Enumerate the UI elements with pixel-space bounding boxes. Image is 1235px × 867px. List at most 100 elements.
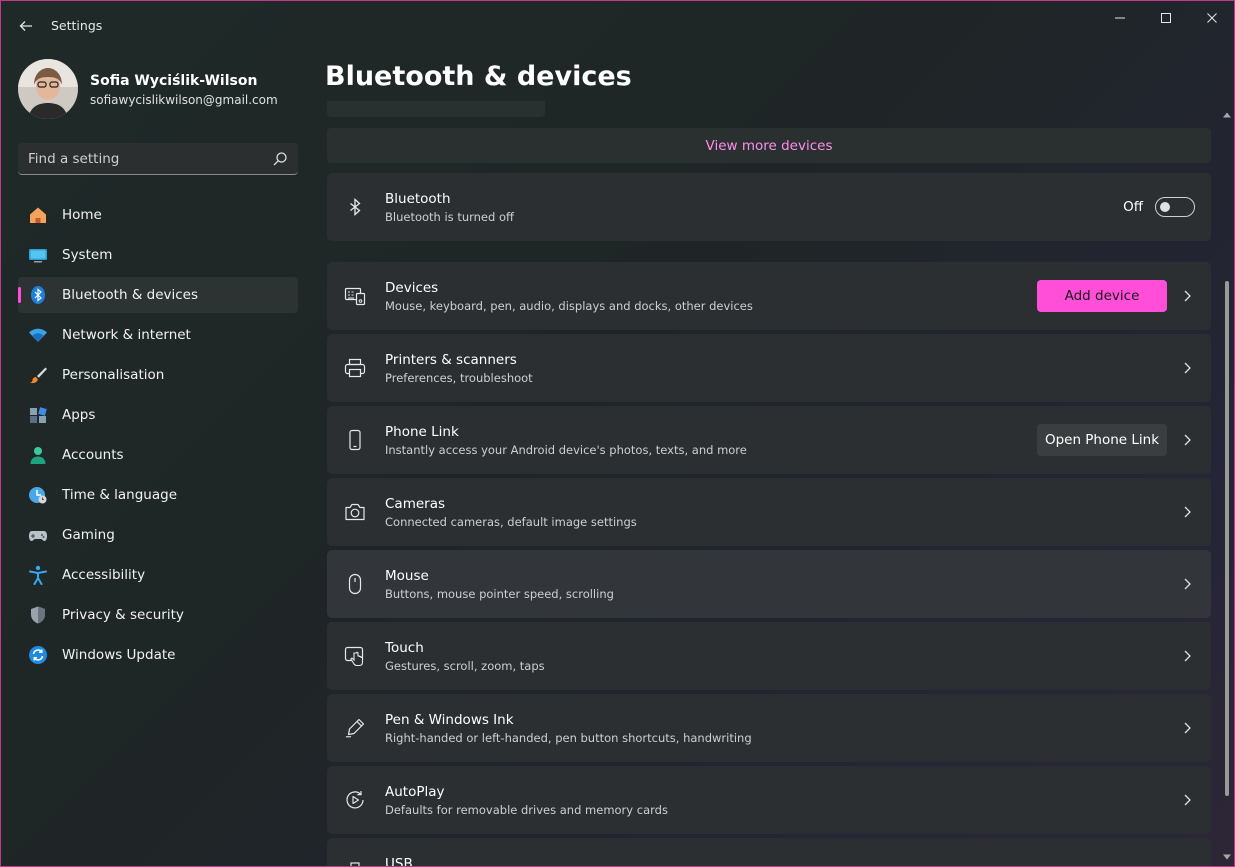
title-bar: Settings	[1, 1, 1234, 49]
sidebar-item-system[interactable]: System	[18, 237, 298, 273]
main-scrollbar[interactable]	[1222, 111, 1232, 866]
accessibility-icon	[28, 565, 48, 585]
apps-icon	[28, 405, 48, 425]
chevron-right-icon	[1184, 362, 1191, 374]
sidebar-item-bluetooth-devices[interactable]: Bluetooth & devices	[18, 277, 298, 313]
back-button[interactable]	[13, 13, 39, 39]
cameras-subtitle: Connected cameras, default image setting…	[385, 515, 637, 529]
maximize-icon	[1161, 13, 1171, 23]
accounts-icon	[28, 445, 48, 465]
sidebar-item-accessibility[interactable]: Accessibility	[18, 557, 298, 593]
usb-card[interactable]: USB	[327, 838, 1211, 866]
chevron-right-icon	[1184, 506, 1191, 518]
open-phone-link-button[interactable]: Open Phone Link	[1037, 424, 1167, 456]
sidebar-item-network[interactable]: Network & internet	[18, 317, 298, 353]
minimize-button[interactable]	[1097, 1, 1143, 35]
back-arrow-icon	[19, 21, 32, 31]
bluetooth-toggle[interactable]	[1155, 197, 1195, 217]
sidebar-item-label: Apps	[62, 407, 96, 423]
sidebar-item-gaming[interactable]: Gaming	[18, 517, 298, 553]
pen-subtitle: Right-handed or left-handed, pen button …	[385, 731, 752, 745]
devices-card[interactable]: Devices Mouse, keyboard, pen, audio, dis…	[327, 262, 1211, 330]
sidebar-item-personalisation[interactable]: Personalisation	[18, 357, 298, 393]
devices-title: Devices	[385, 280, 439, 296]
bluetooth-toggle-state: Off	[1123, 199, 1143, 215]
autoplay-subtitle: Defaults for removable drives and memory…	[385, 803, 668, 817]
scroll-thumb[interactable]	[1225, 281, 1229, 796]
chevron-right-icon	[1184, 434, 1191, 446]
minimize-icon	[1115, 17, 1125, 19]
chevron-right-icon	[1184, 290, 1191, 302]
user-name: Sofia Wyciślik-Wilson	[90, 73, 258, 89]
shield-icon	[28, 605, 48, 625]
autoplay-card[interactable]: AutoPlay Defaults for removable drives a…	[327, 766, 1211, 834]
sidebar-item-apps[interactable]: Apps	[18, 397, 298, 433]
system-icon	[28, 245, 48, 265]
bluetooth-icon	[28, 285, 48, 305]
autoplay-title: AutoPlay	[385, 784, 445, 800]
view-more-devices-button[interactable]: View more devices	[327, 128, 1211, 163]
printers-subtitle: Preferences, troubleshoot	[385, 371, 533, 385]
sidebar-item-label: Accessibility	[62, 567, 146, 583]
touch-icon	[343, 644, 367, 668]
page-title: Bluetooth & devices	[325, 61, 632, 92]
avatar[interactable]	[18, 59, 78, 119]
chevron-right-icon	[1184, 578, 1191, 590]
sidebar-item-home[interactable]: Home	[18, 197, 298, 233]
bluetooth-subtitle: Bluetooth is turned off	[385, 210, 514, 224]
avatar-image-icon	[18, 59, 78, 119]
search-icon[interactable]	[272, 151, 288, 167]
camera-icon	[343, 500, 367, 524]
bluetooth-card: Bluetooth Bluetooth is turned off Off	[327, 173, 1211, 241]
printers-title: Printers & scanners	[385, 352, 517, 368]
app-title: Settings	[51, 18, 103, 33]
wifi-icon	[28, 325, 48, 345]
scroll-down-icon[interactable]	[1223, 853, 1231, 861]
add-device-button[interactable]: Add device	[1037, 280, 1167, 312]
close-button[interactable]	[1189, 1, 1234, 35]
sidebar-item-windows-update[interactable]: Windows Update	[18, 637, 298, 673]
pen-icon	[343, 716, 367, 740]
mouse-card[interactable]: Mouse Buttons, mouse pointer speed, scro…	[327, 550, 1211, 618]
sidebar-item-label: Windows Update	[62, 647, 176, 663]
view-more-devices-label: View more devices	[705, 137, 833, 154]
touch-card[interactable]: Touch Gestures, scroll, zoom, taps	[327, 622, 1211, 690]
touch-title: Touch	[385, 640, 424, 656]
clock-globe-icon	[28, 485, 48, 505]
mouse-title: Mouse	[385, 568, 429, 584]
mouse-icon	[343, 572, 367, 596]
user-profile[interactable]: Sofia Wyciślik-Wilson sofiawycislikwilso…	[18, 59, 298, 119]
sidebar-item-label: Bluetooth & devices	[62, 287, 199, 303]
settings-window: Settings Sofia Wyciślik-Wilson sofiawyci…	[0, 0, 1235, 867]
cameras-title: Cameras	[385, 496, 446, 512]
phone-link-card[interactable]: Phone Link Instantly access your Android…	[327, 406, 1211, 474]
main-content: View more devices Bluetooth Bluetooth is…	[327, 101, 1211, 866]
sidebar-item-label: Accounts	[62, 447, 124, 463]
devices-icon	[343, 284, 367, 308]
sidebar-item-label: Gaming	[62, 527, 115, 543]
scroll-up-icon[interactable]	[1223, 111, 1231, 119]
cameras-card[interactable]: Cameras Connected cameras, default image…	[327, 478, 1211, 546]
search-box[interactable]	[18, 143, 298, 175]
phone-link-subtitle: Instantly access your Android device's p…	[385, 443, 747, 457]
touch-subtitle: Gestures, scroll, zoom, taps	[385, 659, 545, 673]
sidebar-item-label: Home	[62, 207, 102, 223]
bluetooth-title: Bluetooth	[385, 191, 451, 207]
sidebar-item-privacy-security[interactable]: Privacy & security	[18, 597, 298, 633]
mouse-subtitle: Buttons, mouse pointer speed, scrolling	[385, 587, 614, 601]
chevron-right-icon	[1184, 722, 1191, 734]
printer-icon	[343, 356, 367, 380]
sidebar-item-label: Network & internet	[62, 327, 191, 343]
sidebar-item-label: Personalisation	[62, 367, 165, 383]
sidebar-nav: Home System Bluetooth & devices Network …	[18, 197, 298, 677]
pen-windows-ink-card[interactable]: Pen & Windows Ink Right-handed or left-h…	[327, 694, 1211, 762]
printers-scanners-card[interactable]: Printers & scanners Preferences, trouble…	[327, 334, 1211, 402]
sidebar-item-accounts[interactable]: Accounts	[18, 437, 298, 473]
sidebar-item-time-language[interactable]: Time & language	[18, 477, 298, 513]
maximize-button[interactable]	[1143, 1, 1189, 35]
device-card-partial[interactable]	[327, 101, 545, 117]
pen-title: Pen & Windows Ink	[385, 712, 514, 728]
update-icon	[28, 645, 48, 665]
search-input[interactable]	[28, 143, 268, 174]
gamepad-icon	[28, 525, 48, 545]
